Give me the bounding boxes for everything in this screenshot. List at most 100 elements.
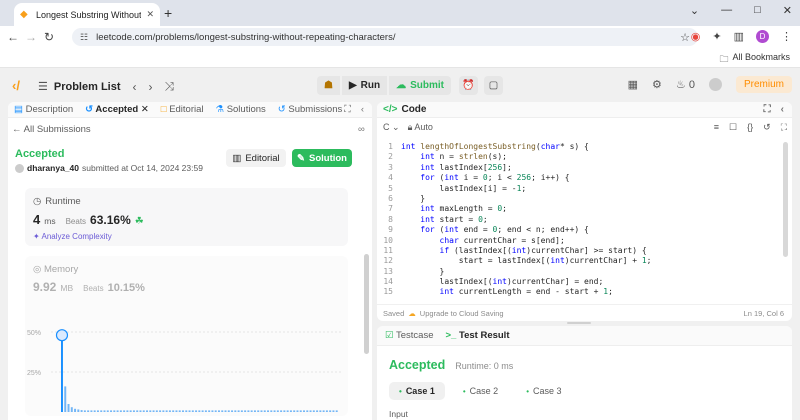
username[interactable]: dharanya_40 bbox=[27, 163, 79, 173]
omnibox[interactable]: ☷ leetcode.com/problems/longest-substrin… bbox=[72, 28, 698, 46]
distribution-bar[interactable] bbox=[260, 410, 263, 412]
upgrade-link[interactable]: Upgrade to Cloud Saving bbox=[420, 309, 504, 318]
distribution-bar[interactable] bbox=[64, 386, 67, 412]
distribution-bar[interactable] bbox=[332, 410, 335, 412]
distribution-bar[interactable] bbox=[106, 410, 109, 412]
tab-testcase[interactable]: ☑ Testcase bbox=[385, 330, 434, 341]
distribution-bar[interactable] bbox=[244, 410, 247, 412]
expand-icon[interactable]: ⛶ bbox=[344, 104, 351, 115]
code-line[interactable]: 9 for (int end = 0; end < n; end++) { bbox=[377, 225, 781, 235]
distribution-bar[interactable] bbox=[267, 410, 270, 412]
code-line[interactable]: 1 int lengthOfLongestSubstring(char* s) { bbox=[377, 142, 781, 152]
back-icon[interactable]: ← bbox=[4, 30, 22, 44]
code-editor[interactable]: 1 int lengthOfLongestSubstring(char* s) {… bbox=[377, 142, 781, 297]
code-line[interactable]: 10 char currentChar = s[end]; bbox=[377, 236, 781, 246]
distribution-bar[interactable] bbox=[168, 410, 171, 412]
editorial-button[interactable]: ▥ Editorial bbox=[226, 149, 286, 167]
distribution-bar[interactable] bbox=[335, 410, 338, 412]
distribution-bar[interactable] bbox=[296, 410, 299, 412]
distribution-bar[interactable] bbox=[250, 410, 253, 412]
distribution-bar[interactable] bbox=[100, 410, 103, 412]
distribution-bar[interactable] bbox=[149, 410, 152, 412]
distribution-bar[interactable] bbox=[257, 410, 260, 412]
menu-kebab-icon[interactable]: ⋮ bbox=[781, 30, 792, 43]
fullscreen-icon[interactable]: ⛶ bbox=[781, 122, 787, 133]
memory-card[interactable]: ◎ Memory 9.92 MB Beats 10.15% 50% 25% bbox=[25, 256, 348, 416]
distribution-bar[interactable] bbox=[273, 410, 276, 412]
share-link-icon[interactable]: ∞ bbox=[358, 124, 365, 135]
distribution-bar[interactable] bbox=[77, 409, 80, 412]
distribution-bar[interactable] bbox=[162, 410, 165, 412]
bookmark-icon[interactable]: ☐ bbox=[729, 122, 737, 133]
distribution-bar[interactable] bbox=[224, 410, 227, 412]
close-tab-accepted-icon[interactable]: ✕ bbox=[141, 104, 149, 115]
current-submission-marker[interactable] bbox=[55, 329, 69, 342]
distribution-bar[interactable] bbox=[270, 410, 273, 412]
tab-description[interactable]: ▤ Description bbox=[14, 104, 73, 115]
distribution-bar[interactable] bbox=[237, 410, 240, 412]
premium-button[interactable]: Premium bbox=[735, 76, 792, 93]
maximize-icon[interactable]: □ bbox=[754, 4, 761, 17]
distribution-bar[interactable] bbox=[93, 410, 96, 412]
site-info-icon[interactable]: ☷ bbox=[80, 32, 88, 43]
streak[interactable]: ♨ 0 bbox=[676, 78, 695, 91]
auto-mode[interactable]: 🔒︎ Auto bbox=[408, 122, 433, 133]
tab-search-icon[interactable]: ⌄ bbox=[690, 4, 699, 17]
all-submissions-link[interactable]: ← All Submissions ∞ bbox=[12, 124, 365, 135]
distribution-bar[interactable] bbox=[188, 410, 191, 412]
distribution-bar[interactable] bbox=[322, 410, 325, 412]
distribution-bar[interactable] bbox=[80, 410, 83, 412]
distribution-bar[interactable] bbox=[126, 410, 129, 412]
settings-gear-icon[interactable]: ⚙ bbox=[652, 78, 662, 91]
braces-icon[interactable]: {} bbox=[747, 122, 753, 133]
distribution-bar[interactable] bbox=[136, 410, 139, 412]
distribution-bar[interactable] bbox=[146, 410, 148, 412]
format-icon[interactable]: ≡ bbox=[714, 122, 719, 133]
code-line[interactable]: 7 int maxLength = 0; bbox=[377, 204, 781, 214]
distribution-bar[interactable] bbox=[113, 410, 116, 412]
distribution-bar[interactable] bbox=[227, 410, 230, 412]
collapse-icon[interactable]: ‹ bbox=[781, 104, 784, 115]
tab-submissions[interactable]: ↺ Submissions bbox=[278, 104, 342, 115]
code-line[interactable]: 11 if (lastIndex[(int)currentChar] >= st… bbox=[377, 246, 781, 256]
distribution-bar[interactable] bbox=[280, 410, 283, 412]
distribution-bar[interactable] bbox=[234, 410, 237, 412]
distribution-bar[interactable] bbox=[103, 410, 106, 412]
leetcode-logo-icon[interactable]: ‹/ bbox=[12, 78, 20, 93]
distribution-bar[interactable] bbox=[309, 410, 312, 412]
distribution-bar[interactable] bbox=[198, 410, 201, 412]
distribution-bar[interactable] bbox=[129, 410, 132, 412]
distribution-bar[interactable] bbox=[286, 410, 289, 412]
distribution-bar[interactable] bbox=[293, 410, 296, 412]
distribution-bar[interactable] bbox=[201, 410, 204, 412]
distribution-bar[interactable] bbox=[185, 410, 188, 412]
timer-icon[interactable]: ⏰ bbox=[459, 76, 479, 95]
distribution-bar[interactable] bbox=[67, 404, 70, 412]
distribution-bar[interactable] bbox=[231, 410, 234, 412]
distribution-bar[interactable] bbox=[90, 410, 93, 412]
profile-avatar[interactable]: D bbox=[756, 30, 769, 43]
distribution-bar[interactable] bbox=[319, 410, 322, 412]
close-tab-icon[interactable]: ✕ bbox=[146, 9, 154, 20]
code-line[interactable]: 2 int n = strlen(s); bbox=[377, 152, 781, 162]
code-line[interactable]: 12 start = lastIndex[(int)currentChar] +… bbox=[377, 256, 781, 266]
user-avatar[interactable] bbox=[708, 78, 722, 91]
next-problem-icon[interactable]: › bbox=[149, 80, 153, 94]
code-line[interactable]: 3 int lastIndex[256]; bbox=[377, 163, 781, 173]
code-line[interactable]: 5 lastIndex[i] = -1; bbox=[377, 184, 781, 194]
distribution-bar[interactable] bbox=[191, 410, 194, 412]
browser-tab[interactable]: ◆ Longest Substring Without Rep ✕ bbox=[14, 3, 160, 26]
extension-icon[interactable]: ◉ bbox=[691, 30, 701, 43]
tab-editorial[interactable]: □ Editorial bbox=[161, 104, 204, 115]
bookmark-star-icon[interactable]: ☆ bbox=[680, 31, 690, 44]
distribution-bar[interactable] bbox=[96, 410, 99, 412]
new-tab-button[interactable]: + bbox=[164, 5, 172, 21]
distribution-bar[interactable] bbox=[312, 410, 315, 412]
problem-list[interactable]: ☰ Problem List ‹ › ⤨ bbox=[38, 79, 174, 94]
reset-icon[interactable]: ↺ bbox=[763, 122, 771, 133]
distribution-bar[interactable] bbox=[316, 410, 319, 412]
case-tab-2[interactable]: • Case 2 bbox=[453, 382, 508, 400]
submit-button[interactable]: ☁ Submit bbox=[389, 76, 452, 95]
distribution-bar[interactable] bbox=[214, 410, 217, 412]
run-button[interactable]: ▶ Run bbox=[341, 76, 388, 95]
